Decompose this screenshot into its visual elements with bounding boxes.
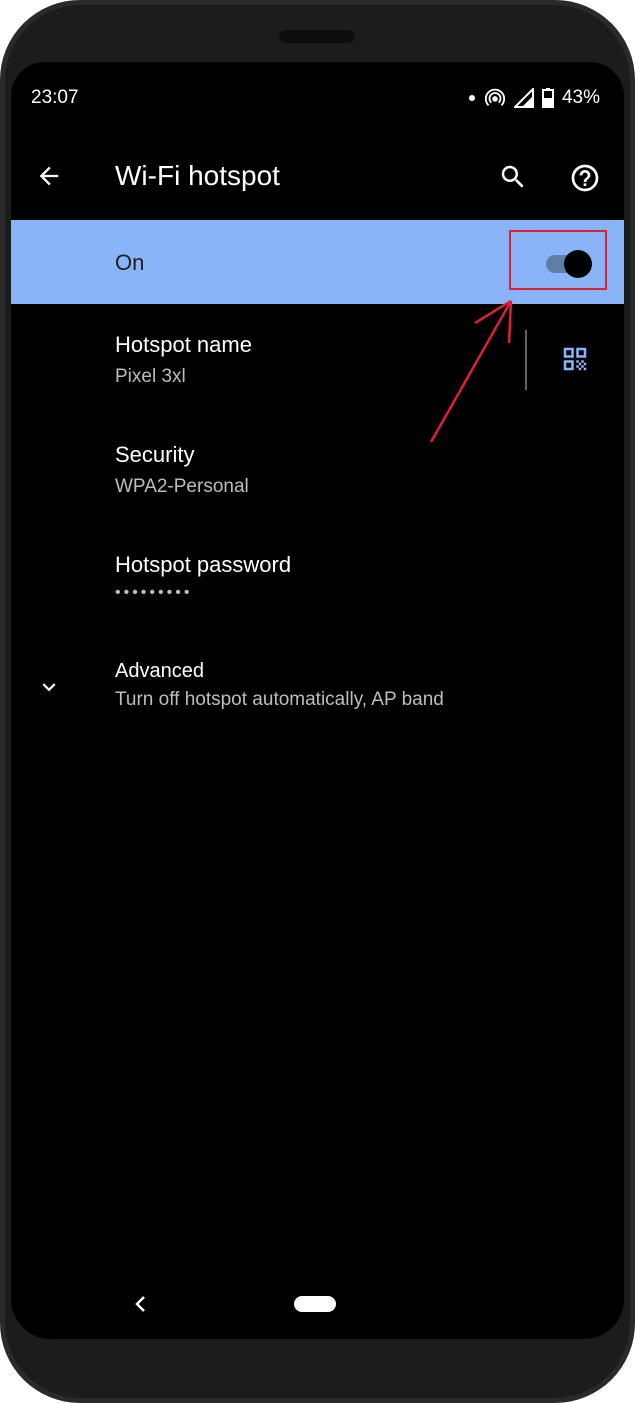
battery-icon xyxy=(541,88,554,108)
status-icons: 43% xyxy=(468,87,600,109)
setting-advanced[interactable]: Advanced Turn off hotspot automatically,… xyxy=(115,660,444,711)
setting-title: Hotspot name xyxy=(115,332,252,357)
signal-icon xyxy=(513,88,534,108)
setting-title: Advanced xyxy=(115,660,204,682)
annotation-arrow xyxy=(429,299,513,443)
search-icon[interactable] xyxy=(498,162,528,192)
hotspot-icon xyxy=(484,87,506,109)
password-mask: ••••••••• xyxy=(115,584,193,601)
battery-percent: 43% xyxy=(561,87,600,108)
setting-security[interactable]: Security WPA2-Personal xyxy=(115,442,249,498)
setting-summary: Turn off hotspot automatically, AP band xyxy=(115,689,444,710)
back-arrow-icon[interactable] xyxy=(35,162,63,190)
setting-hotspot-password[interactable]: Hotspot password ••••••••• xyxy=(115,552,291,602)
master-switch-label: On xyxy=(115,250,145,275)
phone-frame: 23:07 43% Wi-Fi hotspot On Hotspot name … xyxy=(0,0,635,1403)
help-icon[interactable] xyxy=(569,162,601,194)
setting-summary: WPA2-Personal xyxy=(115,476,249,497)
annotation-highlight-box xyxy=(509,230,607,290)
chevron-down-icon[interactable] xyxy=(36,674,62,700)
page-title: Wi-Fi hotspot xyxy=(115,160,280,191)
speaker-grille xyxy=(279,30,355,43)
screen: 23:07 43% Wi-Fi hotspot On Hotspot name … xyxy=(11,62,624,1339)
setting-title: Security xyxy=(115,442,195,467)
notification-dot-icon xyxy=(468,94,476,102)
setting-title: Hotspot password xyxy=(115,552,292,577)
nav-home-pill[interactable] xyxy=(294,1296,336,1312)
qr-code-icon[interactable] xyxy=(560,344,590,374)
setting-hotspot-name[interactable]: Hotspot name Pixel 3xl xyxy=(115,332,252,388)
vertical-divider xyxy=(525,330,527,390)
nav-back-icon[interactable] xyxy=(133,1294,149,1314)
status-time: 23:07 xyxy=(31,87,79,108)
setting-summary: Pixel 3xl xyxy=(115,366,186,387)
